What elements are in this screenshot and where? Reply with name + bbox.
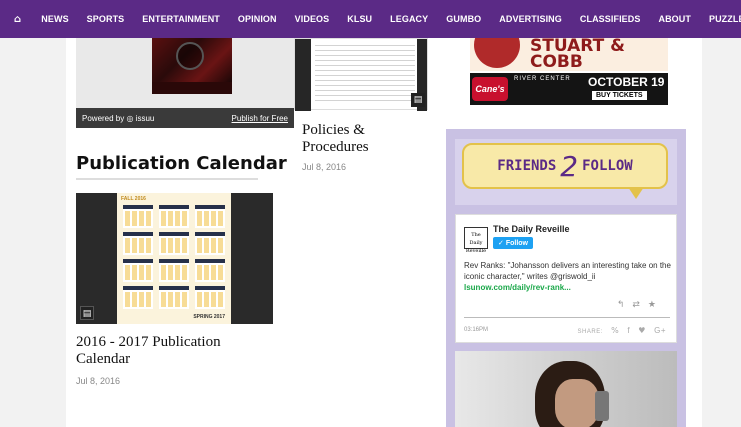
home-icon[interactable]: ⌂ [14,14,21,25]
month-tile [123,232,153,255]
document-icon: ▤ [80,306,94,320]
calendar-date: Jul 8, 2016 [76,376,121,386]
issuu-bar: Powered by ◎ issuu Publish for Free [76,108,294,128]
month-tile [123,205,153,228]
nav-item-opinion[interactable]: OPINION [238,14,277,24]
issuu-cover[interactable] [152,38,232,94]
play-icon[interactable] [176,42,204,70]
month-tile [123,286,153,309]
two-label: 2 [560,149,579,183]
issuu-logo-icon: ◎ [126,113,134,123]
month-tile [159,286,189,309]
nav-item-news[interactable]: NEWS [41,14,68,24]
twitter-icon[interactable]: ♥ [638,326,646,335]
bubble-tail [628,187,644,199]
tweet-body: Rev Ranks: "Johansson delivers an intere… [464,261,671,281]
google-plus-icon[interactable]: G+ [654,326,666,335]
month-tile [159,205,189,228]
event-date: OCTOBER 19 [588,75,665,89]
follow-label: Follow [505,240,528,247]
tweet-link[interactable]: lsunow.com/daily/rev-rank... [464,283,571,292]
account-name[interactable]: The Daily Reveille [493,224,570,234]
tweet-text: Rev Ranks: "Johansson delivers an intere… [464,260,674,293]
thumb-bottom-label: SPRING 2017 [193,314,225,320]
cover-footer [152,82,232,94]
video-thumbnail[interactable] [455,351,677,427]
favorite-icon[interactable]: ★ [648,300,664,310]
nav-item-sports[interactable]: SPORTS [87,14,125,24]
tweet-actions: ↰⇄★ [617,299,664,310]
nav-item-about[interactable]: ABOUT [658,14,691,24]
month-tile [195,286,225,309]
calendar-thumbnail[interactable]: FALL 2016 SPRING 2017 ▤ [76,193,273,324]
heading-divider [76,178,258,180]
top-nav: ⌂ NEWS SPORTS ENTERTAINMENT OPINION VIDE… [0,0,741,38]
concert-ad-bottom[interactable]: Cane's RIVER CENTER OCTOBER 19 BUY TICKE… [470,73,668,105]
month-tile [123,259,153,282]
document-preview [315,45,415,105]
share-row: SHARE: % f ♥ G+ [578,326,666,335]
link-icon[interactable]: % [611,326,619,335]
friends-label: FRIENDS [497,158,557,174]
nav-item-videos[interactable]: VIDEOS [295,14,330,24]
bird-icon: ✓ [498,239,504,247]
nav-item-klsu[interactable]: KLSU [347,14,372,24]
nav-item-gumbo[interactable]: GUMBO [446,14,481,24]
nav-item-puzzles[interactable]: PUZZLES [709,14,741,24]
policies-thumbnail[interactable]: ▤ [294,38,428,111]
thumb-top-label: FALL 2016 [121,196,146,202]
tweet-card: The Daily Reveille The Daily Reveille ✓ … [455,214,677,343]
ad-names: STUART & COBB [530,38,625,71]
canes-logo: Cane's [472,77,508,101]
policies-title[interactable]: Policies & Procedures [302,122,422,156]
powered-by: Powered by ◎ issuu [82,114,232,123]
concert-ad-top[interactable]: STUART & COBB [470,38,668,71]
policies-date: Jul 8, 2016 [302,162,347,172]
share-label: SHARE: [577,329,603,335]
facebook-icon[interactable]: f [627,326,630,335]
month-tile [159,232,189,255]
follow-button[interactable]: ✓ Follow [493,237,533,249]
thumb-margin-left [295,39,311,111]
month-tile [195,205,225,228]
nav-item-legacy[interactable]: LEGACY [390,14,428,24]
ad-portrait [474,38,520,68]
photo-phone [595,391,609,421]
tweet-divider [464,317,670,318]
document-icon: ▤ [411,93,425,107]
venue-label: RIVER CENTER [514,76,571,82]
month-tile [195,232,225,255]
calendar-months [123,205,225,309]
nav-item-entertainment[interactable]: ENTERTAINMENT [142,14,220,24]
issuu-viewer[interactable]: Powered by ◎ issuu Publish for Free [76,38,294,128]
retweet-icon[interactable]: ⇄ [632,300,648,310]
calendar-page: FALL 2016 SPRING 2017 [117,193,231,324]
photo-face [555,379,599,427]
powered-by-label: Powered by [82,113,125,123]
section-heading: Publication Calendar [76,153,287,174]
reply-icon[interactable]: ↰ [617,300,633,310]
issuu-brand: issuu [135,113,155,123]
month-tile [195,259,225,282]
buy-tickets-button[interactable]: BUY TICKETS [592,91,647,100]
nav-item-classifieds[interactable]: CLASSIFIEDS [580,14,641,24]
follow-label: FOLLOW [582,158,633,174]
account-avatar[interactable]: The Daily Reveille [464,227,488,254]
publish-for-free-link[interactable]: Publish for Free [232,114,288,123]
friends-follow-bubble: FRIENDS 2 FOLLOW [462,143,668,189]
month-tile [159,259,189,282]
nav-item-advertising[interactable]: ADVERTISING [499,14,562,24]
calendar-title[interactable]: 2016 - 2017 Publication Calendar [76,334,276,368]
tweet-time: 03:16PM [464,327,489,333]
